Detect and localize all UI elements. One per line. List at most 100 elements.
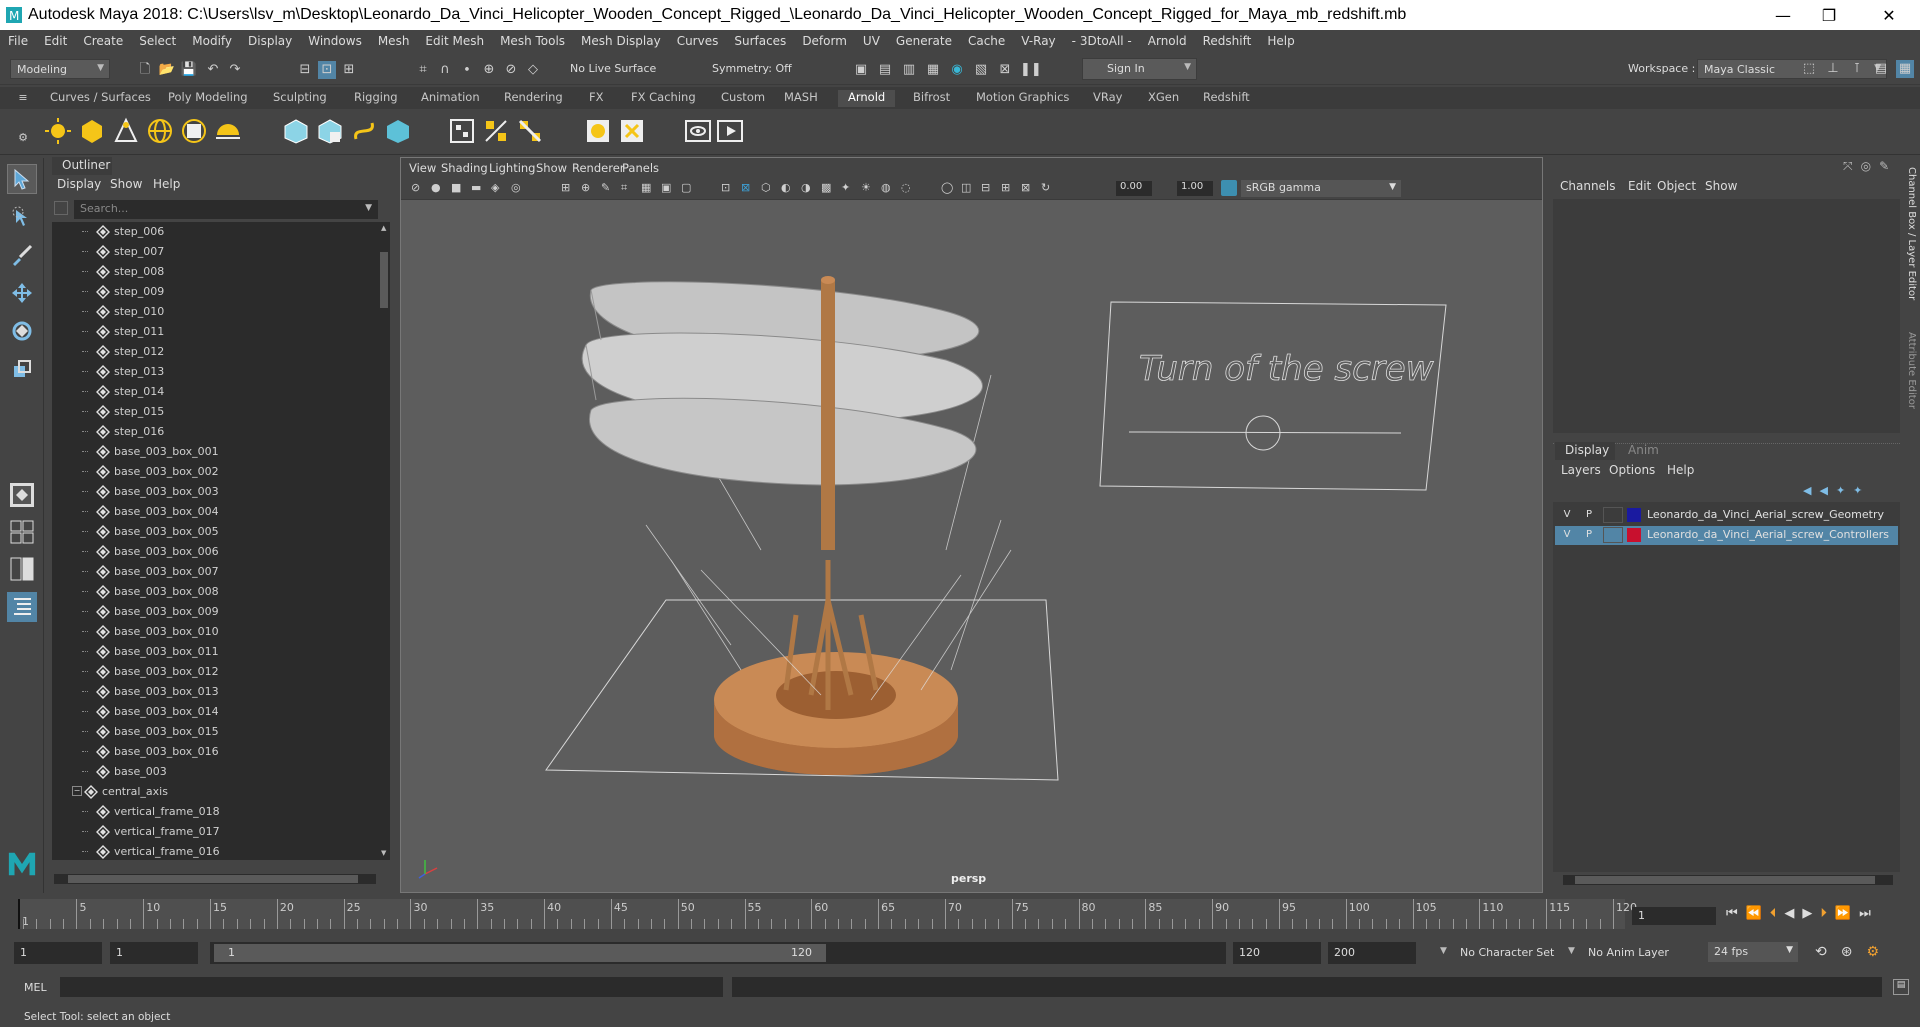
shadows-icon[interactable]: ☀ (861, 181, 871, 194)
shelf-tab-mash[interactable]: MASH (774, 90, 828, 107)
outliner-row[interactable]: step_012 (52, 342, 372, 362)
2d-pan-zoom-icon[interactable]: ◈ (491, 181, 499, 194)
move-tool-icon[interactable] (7, 278, 37, 308)
menu-item-display[interactable]: Display (240, 34, 300, 48)
gate-mask-icon[interactable]: ⌗ (621, 181, 627, 195)
time-slider-bar[interactable]: 1 5 10 15 20 25 30 35 40 45 50 55 60 65 70 75 80 85 90 95 1… (18, 899, 1637, 929)
cb-menu-object[interactable]: Object (1657, 179, 1696, 193)
xray-joints-icon[interactable]: ▩ (821, 181, 831, 194)
layer-color-swatch[interactable] (1627, 508, 1641, 522)
undo-icon[interactable]: ↶ (204, 61, 222, 79)
range-slider-handle[interactable]: 1 120 (214, 944, 826, 962)
outliner-row[interactable]: base_003_box_012 (52, 662, 372, 682)
outliner-row[interactable]: base_003_box_005 (52, 522, 372, 542)
shelf-tab-vray[interactable]: VRay (1083, 90, 1132, 107)
exposure-icon[interactable]: ↻ (1041, 181, 1050, 194)
hypershade-icon[interactable]: ◉ (948, 61, 966, 79)
sign-slider-line[interactable] (1128, 431, 1402, 434)
layer-menu-help[interactable]: Help (1667, 463, 1694, 477)
mesh-light-icon[interactable] (78, 117, 106, 145)
shelf-tab-curves-surfaces[interactable]: Curves / Surfaces (40, 90, 161, 107)
layer-visibility-toggle[interactable]: V (1557, 507, 1577, 523)
layer-tab-display[interactable]: Display (1555, 442, 1615, 460)
shelf-menu-icon[interactable]: ≡ (14, 89, 32, 107)
layer-reference-toggle[interactable] (1603, 527, 1623, 543)
viewport-menu-lighting[interactable]: Lighting (489, 161, 535, 175)
export-standin-icon[interactable] (316, 117, 344, 145)
chevron-down-icon[interactable]: ▼ (1440, 946, 1447, 956)
material-library-icon[interactable] (584, 117, 612, 145)
menu-item-file[interactable]: File (0, 34, 36, 48)
outliner-row[interactable]: vertical_frame_017 (52, 822, 372, 842)
h-scroll-thumb[interactable] (68, 875, 358, 883)
menu-item-windows[interactable]: Windows (300, 34, 370, 48)
outliner-row[interactable]: base_003_box_013 (52, 682, 372, 702)
film-gate-icon[interactable]: ⊕ (581, 181, 590, 194)
outliner-row[interactable]: step_006 (52, 222, 372, 242)
scale-tool-icon[interactable] (7, 354, 37, 384)
outliner-row[interactable]: vertical_frame_018 (52, 802, 372, 822)
menu-item-edit-mesh[interactable]: Edit Mesh (417, 34, 492, 48)
outliner-row[interactable]: base_003_box_006 (52, 542, 372, 562)
cb-move-icon[interactable]: ⤧ (1843, 159, 1853, 174)
tool-settings-icon[interactable]: ⊺ (1848, 60, 1866, 78)
play-forward-icon[interactable]: ▶ (1802, 906, 1812, 921)
menu-item-surfaces[interactable]: Surfaces (726, 34, 794, 48)
side-tab-channel-box[interactable]: Channel Box / Layer Editor (1906, 167, 1917, 300)
attribute-editor-toggle-icon[interactable]: ⊥ (1824, 60, 1842, 78)
image-plane-icon[interactable]: ▬ (471, 181, 481, 194)
select-component-icon[interactable]: ⊞ (340, 61, 358, 79)
ambient-occlusion-icon[interactable]: ◍ (881, 181, 891, 194)
shelf-tab-fx[interactable]: FX (579, 90, 614, 107)
outliner-row[interactable]: base_003_box_016 (52, 742, 372, 762)
layer-reference-toggle[interactable] (1603, 507, 1623, 523)
snap-vertex-icon[interactable]: ◇ (524, 61, 542, 79)
outliner-filter-icon[interactable] (54, 201, 68, 215)
step-forward-key-icon[interactable]: ⏩ (1835, 906, 1851, 921)
layer-scroll-thumb[interactable] (1575, 876, 1875, 884)
menuset-dropdown[interactable]: Modeling ▼ (10, 59, 110, 79)
depth-of-field-icon[interactable]: ◫ (961, 181, 971, 194)
outliner-row[interactable]: base_003 (52, 762, 372, 782)
side-tab-attribute-editor[interactable]: Attribute Editor (1906, 332, 1917, 409)
go-to-end-icon[interactable]: ⏭ (1859, 906, 1871, 921)
layer-row[interactable]: V P Leonardo_da_Vinci_Aerial_screw_Geometr… (1555, 506, 1898, 525)
outliner-row[interactable]: base_003_box_004 (52, 502, 372, 522)
outliner-h-scrollbar[interactable] (54, 874, 376, 884)
menu-item-generate[interactable]: Generate (888, 34, 960, 48)
create-standin-icon[interactable] (282, 117, 310, 145)
chevron-down-icon[interactable]: ▼ (365, 203, 372, 213)
bookmark-icon[interactable]: ■ (451, 181, 461, 194)
skydome-light-icon[interactable] (146, 117, 174, 145)
far-clip-field[interactable]: 1.00 (1177, 181, 1213, 196)
render-frame-icon[interactable]: ▣ (852, 61, 870, 79)
live-surface-field[interactable]: No Live Surface (564, 59, 664, 79)
menu-item-deform[interactable]: Deform (794, 34, 855, 48)
grease-pencil-icon[interactable]: ◎ (511, 181, 521, 194)
viewport-menu-renderer[interactable]: Renderer (572, 161, 625, 175)
character-set-dropdown[interactable]: No Character Set (1460, 946, 1554, 959)
menu-item-select[interactable]: Select (131, 34, 184, 48)
sign-frame[interactable] (1099, 301, 1447, 491)
outliner-row[interactable]: step_009 (52, 282, 372, 302)
outliner-row[interactable]: base_003_box_007 (52, 562, 372, 582)
play-backward-icon[interactable]: ◀ (1784, 906, 1794, 921)
select-camera-icon[interactable]: ⊘ (411, 181, 420, 194)
shelf-tab-rigging[interactable]: Rigging (344, 90, 408, 107)
menu-item-mesh[interactable]: Mesh (370, 34, 418, 48)
animation-end-field[interactable]: 200 (1328, 942, 1416, 964)
camera-attributes-icon[interactable]: ● (431, 181, 441, 194)
playblast-icon[interactable] (716, 117, 744, 145)
xray-icon[interactable]: ◑ (801, 181, 811, 194)
central-axis-mast[interactable] (821, 280, 835, 550)
command-input[interactable] (60, 977, 723, 997)
viewport-menu-show[interactable]: Show (536, 161, 567, 175)
new-layer-icon[interactable]: ✦ (1836, 484, 1845, 497)
mel-label[interactable]: MEL (24, 981, 47, 994)
outliner-row[interactable]: step_010 (52, 302, 372, 322)
lasso-tool-icon[interactable] (7, 202, 37, 232)
paint-select-tool-icon[interactable] (7, 240, 37, 270)
symmetry-dropdown[interactable]: Symmetry: Off (706, 59, 806, 79)
outliner-layout-icon[interactable] (7, 592, 37, 622)
cb-edit-icon[interactable]: ✎ (1879, 159, 1889, 174)
